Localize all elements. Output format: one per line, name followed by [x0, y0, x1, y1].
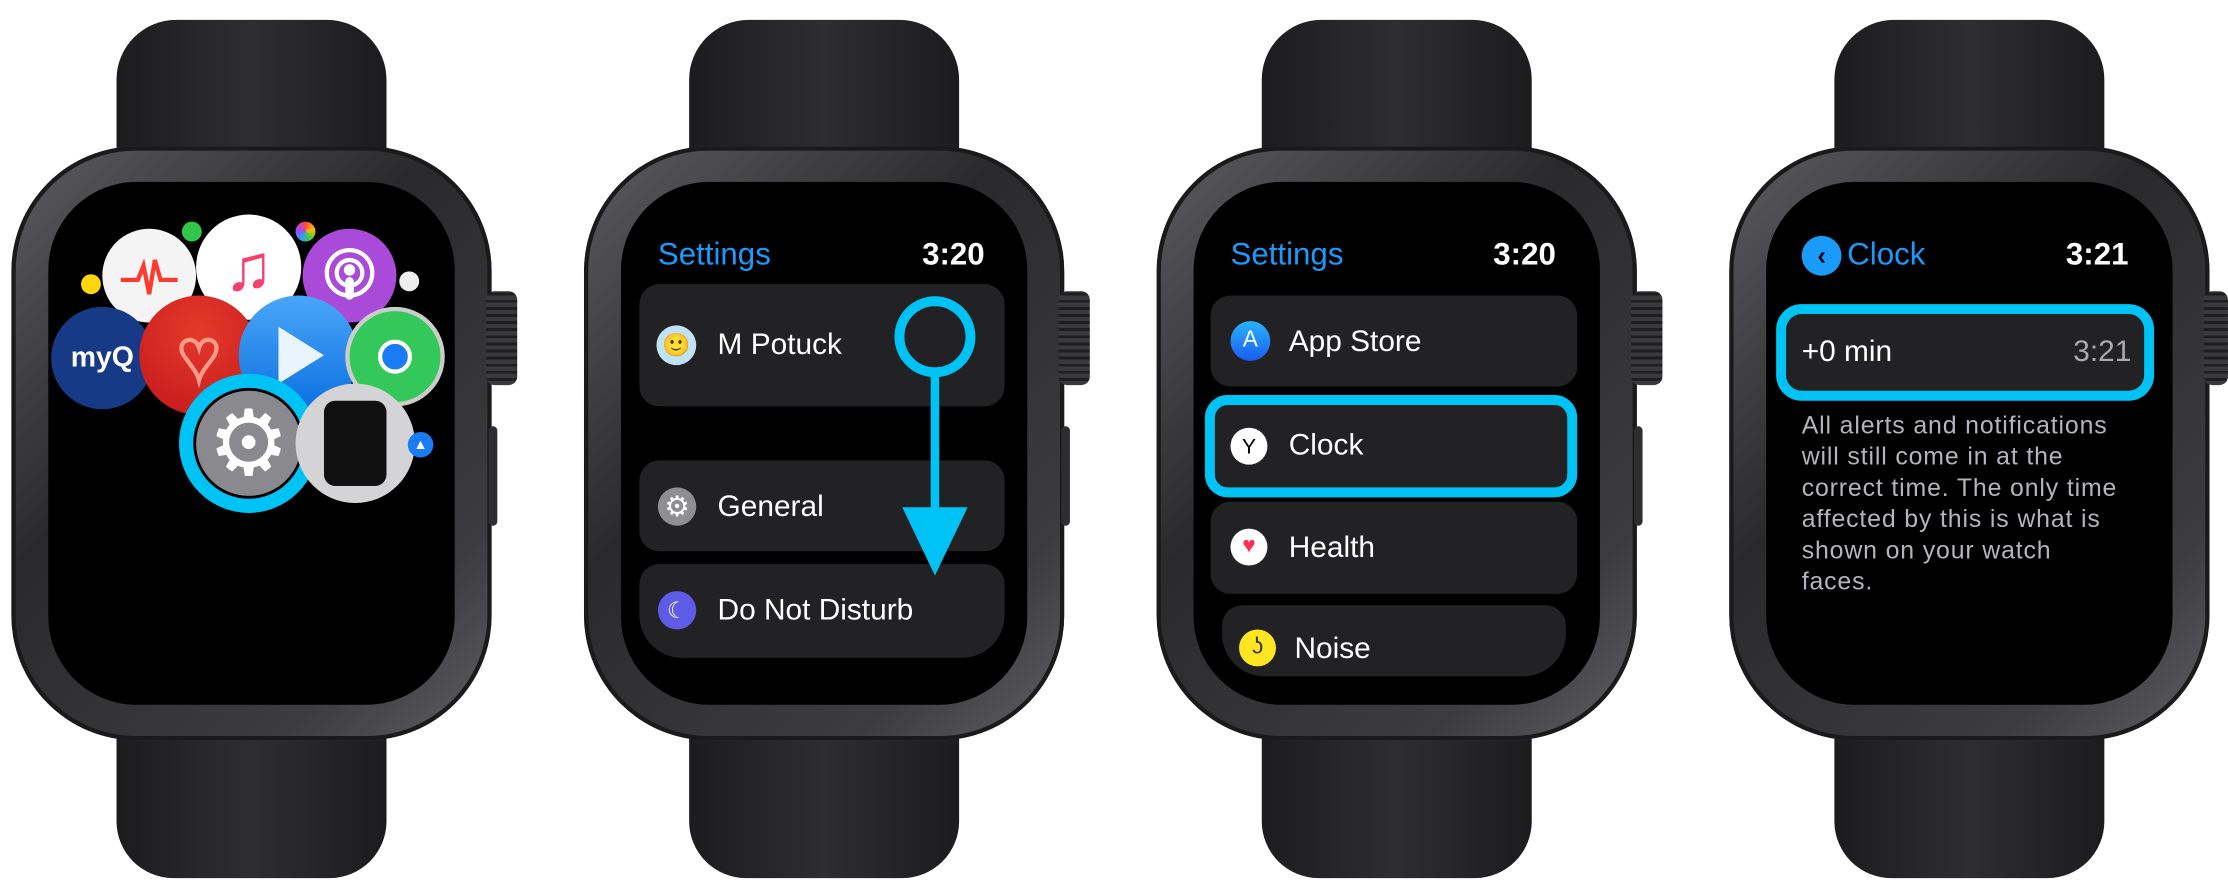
walkie-talkie-icon[interactable]: [80, 274, 101, 295]
photos-icon[interactable]: [295, 221, 316, 242]
moon-icon: ☾: [657, 591, 697, 630]
item-label: M Potuck: [717, 328, 842, 361]
list-item-health[interactable]: ♥ Health: [1210, 501, 1578, 594]
clock-time: 3:20: [1493, 235, 1556, 272]
offset-description: All alerts and notifications will still …: [1801, 410, 2118, 596]
digital-crown[interactable]: [2203, 291, 2228, 386]
digital-crown[interactable]: [485, 291, 518, 386]
offset-time: 3:21: [2073, 335, 2132, 369]
list-item-app-store[interactable]: A App Store: [1210, 295, 1578, 387]
settings-title: Settings: [657, 235, 771, 272]
watch-band-top: [116, 19, 387, 162]
item-label: Health: [1288, 531, 1376, 565]
clock-time: 3:21: [2065, 235, 2129, 272]
digital-crown[interactable]: [1631, 291, 1663, 386]
item-label: App Store: [1288, 325, 1422, 359]
myq-logo-text: myQ: [70, 341, 134, 373]
health-icon: ♥: [1230, 528, 1268, 566]
scroll-gesture-arrow: [894, 296, 976, 576]
app-store-icon: A: [1230, 321, 1271, 361]
side-button[interactable]: [1061, 426, 1070, 526]
side-button[interactable]: [1634, 426, 1643, 526]
item-label: Clock: [1288, 429, 1364, 462]
item-label: General: [717, 490, 824, 523]
list-item-clock[interactable]: Y Clock: [1204, 395, 1578, 498]
radio-icon[interactable]: [399, 271, 420, 292]
side-button[interactable]: [488, 426, 498, 526]
memoji-avatar-icon: 🙂: [656, 325, 697, 366]
maps-arrow-icon[interactable]: ▲: [407, 431, 434, 458]
myq-icon[interactable]: myQ: [51, 306, 154, 410]
calculator-icon[interactable]: [295, 383, 415, 503]
item-label: Do Not Disturb: [717, 593, 914, 627]
digital-crown[interactable]: [1058, 291, 1090, 386]
watch-band-top: [1834, 19, 2105, 162]
clock-icon: Y: [1230, 427, 1268, 465]
watch-band-top: [1261, 19, 1532, 162]
item-label: Noise: [1294, 632, 1371, 665]
back-button-clock[interactable]: Clock: [1847, 236, 1925, 273]
messages-icon[interactable]: [181, 221, 202, 242]
watch-band-top: [689, 19, 960, 162]
settings-gear-icon: ⚙: [196, 390, 302, 496]
gear-icon: ⚙: [657, 487, 697, 526]
time-offset-row[interactable]: +0 min 3:21: [1776, 304, 2155, 401]
settings-title: Settings: [1230, 235, 1344, 272]
back-chevron-icon[interactable]: ‹: [1801, 235, 1842, 276]
offset-value: +0 min: [1801, 335, 1893, 369]
clock-time: 3:20: [922, 235, 985, 272]
list-item-noise[interactable]: ʖ Noise: [1221, 605, 1566, 677]
noise-ear-icon: ʖ: [1239, 629, 1276, 667]
